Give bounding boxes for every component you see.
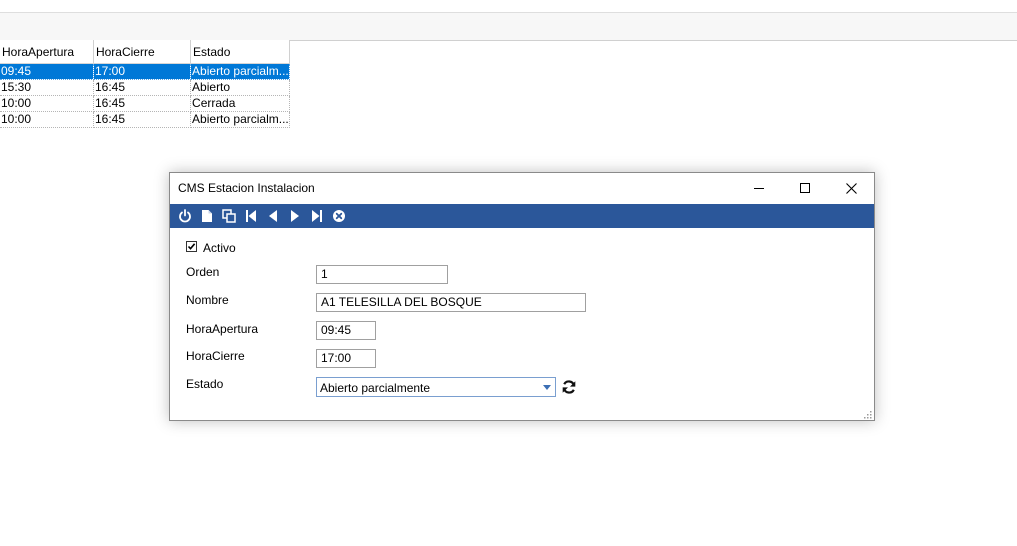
cell-cierre[interactable]: 16:45 xyxy=(93,95,192,112)
main-toolbar-strip xyxy=(0,12,1017,41)
hora-cierre-field[interactable]: 17:00 xyxy=(316,349,376,368)
refresh-button[interactable] xyxy=(561,379,577,395)
next-record-button[interactable] xyxy=(284,205,306,227)
table-row[interactable]: 09:45 17:00 Abierto parcialm... xyxy=(0,63,290,80)
cell-cierre[interactable]: 16:45 xyxy=(93,111,192,128)
nombre-field[interactable]: A1 TELESILLA DEL BOSQUE xyxy=(316,293,586,312)
resize-grip-icon xyxy=(864,411,872,419)
orden-label: Orden xyxy=(186,265,220,279)
close-icon xyxy=(845,182,857,194)
nombre-label: Nombre xyxy=(186,293,229,307)
dialog-title: CMS Estacion Instalacion xyxy=(178,181,315,195)
copy-record-button[interactable] xyxy=(218,205,240,227)
hora-apertura-label: HoraApertura xyxy=(186,322,259,336)
hora-cierre-label: HoraCierre xyxy=(186,349,245,363)
cell-estado[interactable]: Abierto parcialm... xyxy=(190,63,290,80)
cell-apertura[interactable]: 09:45 xyxy=(0,63,94,80)
power-button[interactable] xyxy=(174,205,196,227)
cell-cierre[interactable]: 17:00 xyxy=(93,63,192,80)
refresh-icon xyxy=(562,380,576,394)
power-icon xyxy=(179,209,191,223)
estado-label: Estado xyxy=(186,377,224,391)
estado-select[interactable]: Abierto parcialmente xyxy=(316,377,556,397)
cell-apertura[interactable]: 10:00 xyxy=(0,111,94,128)
dropdown-arrow-button[interactable] xyxy=(539,378,555,396)
column-header-hora-apertura[interactable]: HoraApertura xyxy=(0,40,94,64)
checkmark-icon xyxy=(187,243,196,250)
cell-apertura[interactable]: 15:30 xyxy=(0,79,94,96)
resize-grip[interactable] xyxy=(862,408,872,419)
copy-icon xyxy=(222,209,236,223)
maximize-icon xyxy=(800,183,810,193)
estacion-dialog: CMS Estacion Instalacion Activo Orden 1 … xyxy=(169,172,875,421)
cell-estado[interactable]: Abierto parcialm... xyxy=(190,111,290,128)
cancel-button[interactable] xyxy=(328,205,350,227)
grid-header-row: HoraApertura HoraCierre Estado xyxy=(0,40,290,64)
column-header-hora-cierre[interactable]: HoraCierre xyxy=(93,40,192,64)
table-row[interactable]: 10:00 16:45 Cerrada xyxy=(0,95,290,112)
maximize-button[interactable] xyxy=(782,173,828,203)
new-record-button[interactable] xyxy=(196,205,218,227)
dialog-titlebar[interactable]: CMS Estacion Instalacion xyxy=(170,173,874,203)
hora-apertura-field[interactable]: 09:45 xyxy=(316,321,376,340)
record-toolbar xyxy=(170,204,874,228)
table-row[interactable]: 15:30 16:45 Abierto xyxy=(0,79,290,96)
activo-checkbox[interactable] xyxy=(186,241,197,252)
minimize-button[interactable] xyxy=(736,173,782,203)
orden-field[interactable]: 1 xyxy=(316,265,448,284)
new-document-icon xyxy=(202,210,212,222)
cell-estado[interactable]: Cerrada xyxy=(190,95,290,112)
first-record-icon xyxy=(246,210,256,222)
column-header-estado[interactable]: Estado xyxy=(190,40,290,64)
last-record-button[interactable] xyxy=(306,205,328,227)
activo-label: Activo xyxy=(203,241,236,255)
next-record-icon xyxy=(291,210,299,222)
minimize-icon xyxy=(754,188,764,189)
cancel-icon xyxy=(333,210,345,222)
first-record-button[interactable] xyxy=(240,205,262,227)
close-button[interactable] xyxy=(828,173,874,203)
last-record-icon xyxy=(312,210,322,222)
stations-grid: HoraApertura HoraCierre Estado 09:45 17:… xyxy=(0,40,290,128)
table-row[interactable]: 10:00 16:45 Abierto parcialm... xyxy=(0,111,290,128)
chevron-down-icon xyxy=(543,384,551,390)
cell-apertura[interactable]: 10:00 xyxy=(0,95,94,112)
estado-selected-value: Abierto parcialmente xyxy=(320,381,431,395)
cell-estado[interactable]: Abierto xyxy=(190,79,290,96)
previous-record-icon xyxy=(269,210,277,222)
previous-record-button[interactable] xyxy=(262,205,284,227)
cell-cierre[interactable]: 16:45 xyxy=(93,79,192,96)
